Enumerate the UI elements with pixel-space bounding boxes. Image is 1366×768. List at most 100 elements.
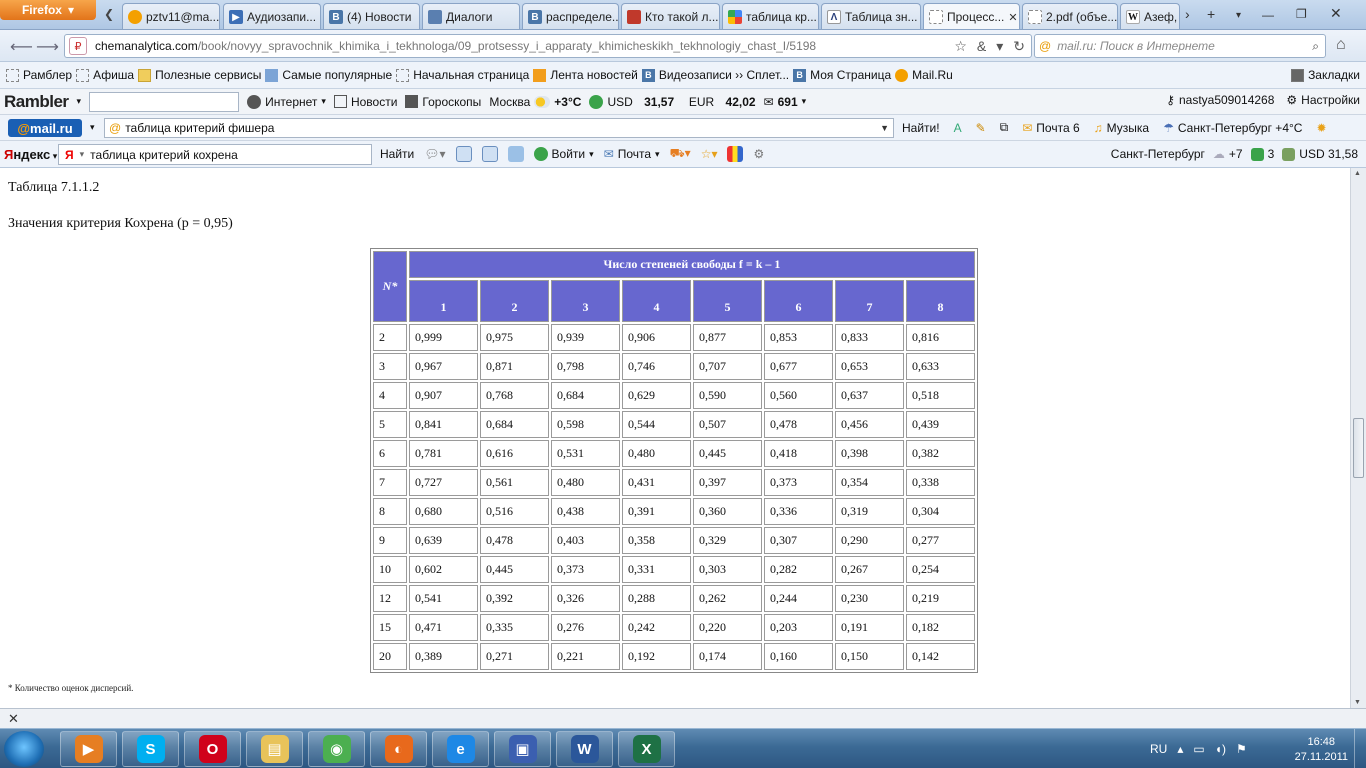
blocks-icon[interactable] — [507, 146, 524, 162]
search-input[interactable]: @ mail.ru: Поиск в Интернете ⌕ — [1034, 34, 1326, 58]
yandex-find-button[interactable]: Найти — [380, 147, 414, 161]
tab[interactable]: ▶ Аудиозапи... — [223, 3, 321, 29]
minimize-icon[interactable]: — — [1262, 8, 1274, 22]
bookmark-item[interactable]: Полезные сервисы — [138, 68, 261, 82]
taskbar-app-button[interactable]: X — [618, 731, 675, 767]
flag-icon[interactable]: ⚑ — [1236, 742, 1247, 756]
tab-list-icon[interactable]: ▾ — [1236, 10, 1241, 21]
rambler-horoscopes[interactable]: Гороскопы — [405, 95, 481, 109]
rambler-internet[interactable]: Интернет ▾ — [247, 94, 326, 109]
tab[interactable]: Диалоги — [422, 3, 520, 29]
rambler-weather[interactable]: Москва +3°C — [489, 95, 581, 109]
volume-icon[interactable]: ◖) — [1215, 742, 1226, 756]
search-icon[interactable]: ⌕ — [1312, 39, 1319, 54]
gear-icon[interactable]: ⚙ — [753, 147, 764, 161]
bookmark-star-icon[interactable]: ☆ — [954, 38, 967, 55]
translate-icon[interactable] — [481, 146, 498, 162]
tab[interactable]: Процесс... ✕ — [923, 3, 1020, 29]
rambler-settings[interactable]: ⚙ Настройки — [1286, 93, 1360, 107]
tab[interactable]: pztv11@ma... — [122, 3, 220, 29]
yandex-logo[interactable]: Яндекс ▾ — [4, 147, 57, 162]
yandex-mail[interactable]: ✉ Почта ▾ — [604, 147, 660, 161]
scroll-down-icon[interactable]: ▼ — [1354, 699, 1361, 706]
tab[interactable]: Bраспределе... — [522, 3, 619, 29]
new-tab-icon[interactable]: + — [1207, 6, 1215, 22]
cart-icon[interactable]: ⛟▾ — [670, 146, 691, 162]
mailru-logo[interactable]: @ mail.ru — [8, 119, 82, 137]
tab-scroll-right-icon[interactable]: › — [1185, 6, 1190, 22]
taskbar-app-button[interactable]: ▤ — [246, 731, 303, 767]
tab[interactable]: W Азеф, — [1120, 3, 1180, 29]
close-window-icon[interactable]: ✕ — [1330, 5, 1342, 22]
tab[interactable]: Λ Таблица зн... — [821, 3, 921, 29]
scrollbar-thumb[interactable] — [1353, 418, 1364, 478]
marker-icon[interactable]: ✎ — [976, 121, 986, 135]
vertical-scrollbar[interactable]: ▲ ▼ — [1350, 168, 1366, 708]
home-icon[interactable]: ⌂ — [1336, 36, 1346, 54]
zoom-icon[interactable]: ⧉ — [1000, 120, 1009, 135]
forward-icon[interactable]: ⟶ — [36, 37, 59, 57]
ampersand-icon[interactable]: & — [977, 38, 986, 55]
yandex-traffic[interactable]: 3 — [1250, 147, 1274, 161]
chevron-down-icon[interactable]: ▾ — [90, 122, 95, 133]
mailru-weather[interactable]: ☂ Санкт-Петербург +4°C — [1163, 121, 1302, 135]
back-icon[interactable]: ⟵ — [10, 37, 33, 57]
tab[interactable]: таблица кр... — [722, 3, 819, 29]
rambler-search-input[interactable] — [89, 91, 240, 112]
yandex-currency[interactable]: USD 31,58 — [1282, 147, 1358, 161]
taskbar-app-button[interactable]: ▶ — [60, 731, 117, 767]
clock[interactable]: 16:48 27.11.2011 — [1295, 735, 1348, 765]
restore-icon[interactable]: ❐ — [1296, 7, 1307, 21]
bookmark-item[interactable]: Самые популярные — [265, 68, 392, 82]
favorites-star-icon[interactable]: ☆▾ — [701, 147, 718, 161]
bookmark-item[interactable]: Лента новостей — [533, 68, 638, 82]
tab[interactable]: B (4) Новости — [323, 3, 420, 29]
settings-icon[interactable]: ✹ — [1316, 121, 1326, 135]
bookmarks-menu[interactable]: Закладки — [1291, 68, 1360, 82]
taskbar-app-button[interactable]: ◉ — [308, 731, 365, 767]
bookmark-item[interactable]: Афиша — [76, 68, 134, 82]
reload-icon[interactable]: ↻ — [1013, 38, 1025, 55]
chevron-down-icon[interactable]: ▼ — [880, 123, 889, 133]
taskbar-app-button[interactable]: e — [432, 731, 489, 767]
yandex-search-input[interactable]: Я ▾ таблица критерий кохрена — [58, 144, 372, 165]
taskbar-app-button[interactable]: ▣ — [494, 731, 551, 767]
spellcheck-icon[interactable] — [455, 146, 472, 162]
rambler-currency[interactable]: USD 31,57 EUR 42,02 — [589, 94, 756, 109]
bookmark-item[interactable]: Рамблер — [6, 68, 72, 82]
network-icon[interactable]: ▭ — [1193, 742, 1204, 756]
chevron-down-icon[interactable]: ▾ — [77, 96, 82, 107]
taskbar-app-button[interactable]: ◐ — [370, 731, 427, 767]
bookmark-item[interactable]: B Видеозаписи ›› Сплет... — [641, 68, 789, 82]
mailru-mail[interactable]: ✉ Почта 6 — [1022, 121, 1079, 135]
site-identity-icon[interactable]: ₽ — [69, 37, 87, 55]
text-size-icon[interactable]: A — [954, 121, 962, 135]
close-tab-icon[interactable]: ✕ — [1008, 11, 1017, 24]
tab-scroll-left-icon[interactable]: ❮ — [104, 7, 114, 21]
url-bar[interactable]: ₽ chemanalytica.com /book/novyy_spravoch… — [64, 34, 1032, 58]
taskbar-app-button[interactable]: O — [184, 731, 241, 767]
chevron-down-icon[interactable]: ▾ — [80, 149, 85, 160]
language-indicator[interactable]: RU — [1150, 742, 1167, 756]
tab[interactable]: 2.pdf (объе... — [1022, 3, 1118, 29]
yandex-city[interactable]: Санкт-Петербург — [1111, 147, 1205, 161]
tab[interactable]: Кто такой л... — [621, 3, 720, 29]
mailru-music[interactable]: ♫ Музыка — [1094, 121, 1149, 135]
firefox-menu-button[interactable]: Firefox ▾ — [0, 0, 96, 20]
yandex-login[interactable]: Войти ▾ — [533, 147, 594, 161]
close-findbar-icon[interactable]: ✕ — [8, 711, 19, 727]
bookmark-item[interactable]: Mail.Ru — [895, 68, 953, 82]
bookmark-item[interactable]: Начальная страница — [396, 68, 529, 82]
taskbar-app-button[interactable]: W — [556, 731, 613, 767]
speech-bubble-icon[interactable]: 💬︎▾ — [424, 147, 445, 161]
rambler-user[interactable]: ⚷ nastya509014268 — [1166, 93, 1274, 107]
bookmark-item[interactable]: B Моя Страница — [793, 68, 891, 82]
rambler-news[interactable]: Новости — [333, 95, 397, 109]
url-dropdown-icon[interactable]: ▾ — [996, 38, 1003, 55]
rambler-mail[interactable]: ✉ 691 ▾ — [764, 95, 807, 109]
mailru-find-button[interactable]: Найти! — [902, 121, 940, 135]
bookmarks-panel-icon[interactable] — [727, 146, 744, 162]
show-desktop-button[interactable] — [1354, 729, 1366, 768]
scroll-up-icon[interactable]: ▲ — [1354, 170, 1361, 177]
tray-expand-icon[interactable]: ▴ — [1177, 742, 1183, 756]
